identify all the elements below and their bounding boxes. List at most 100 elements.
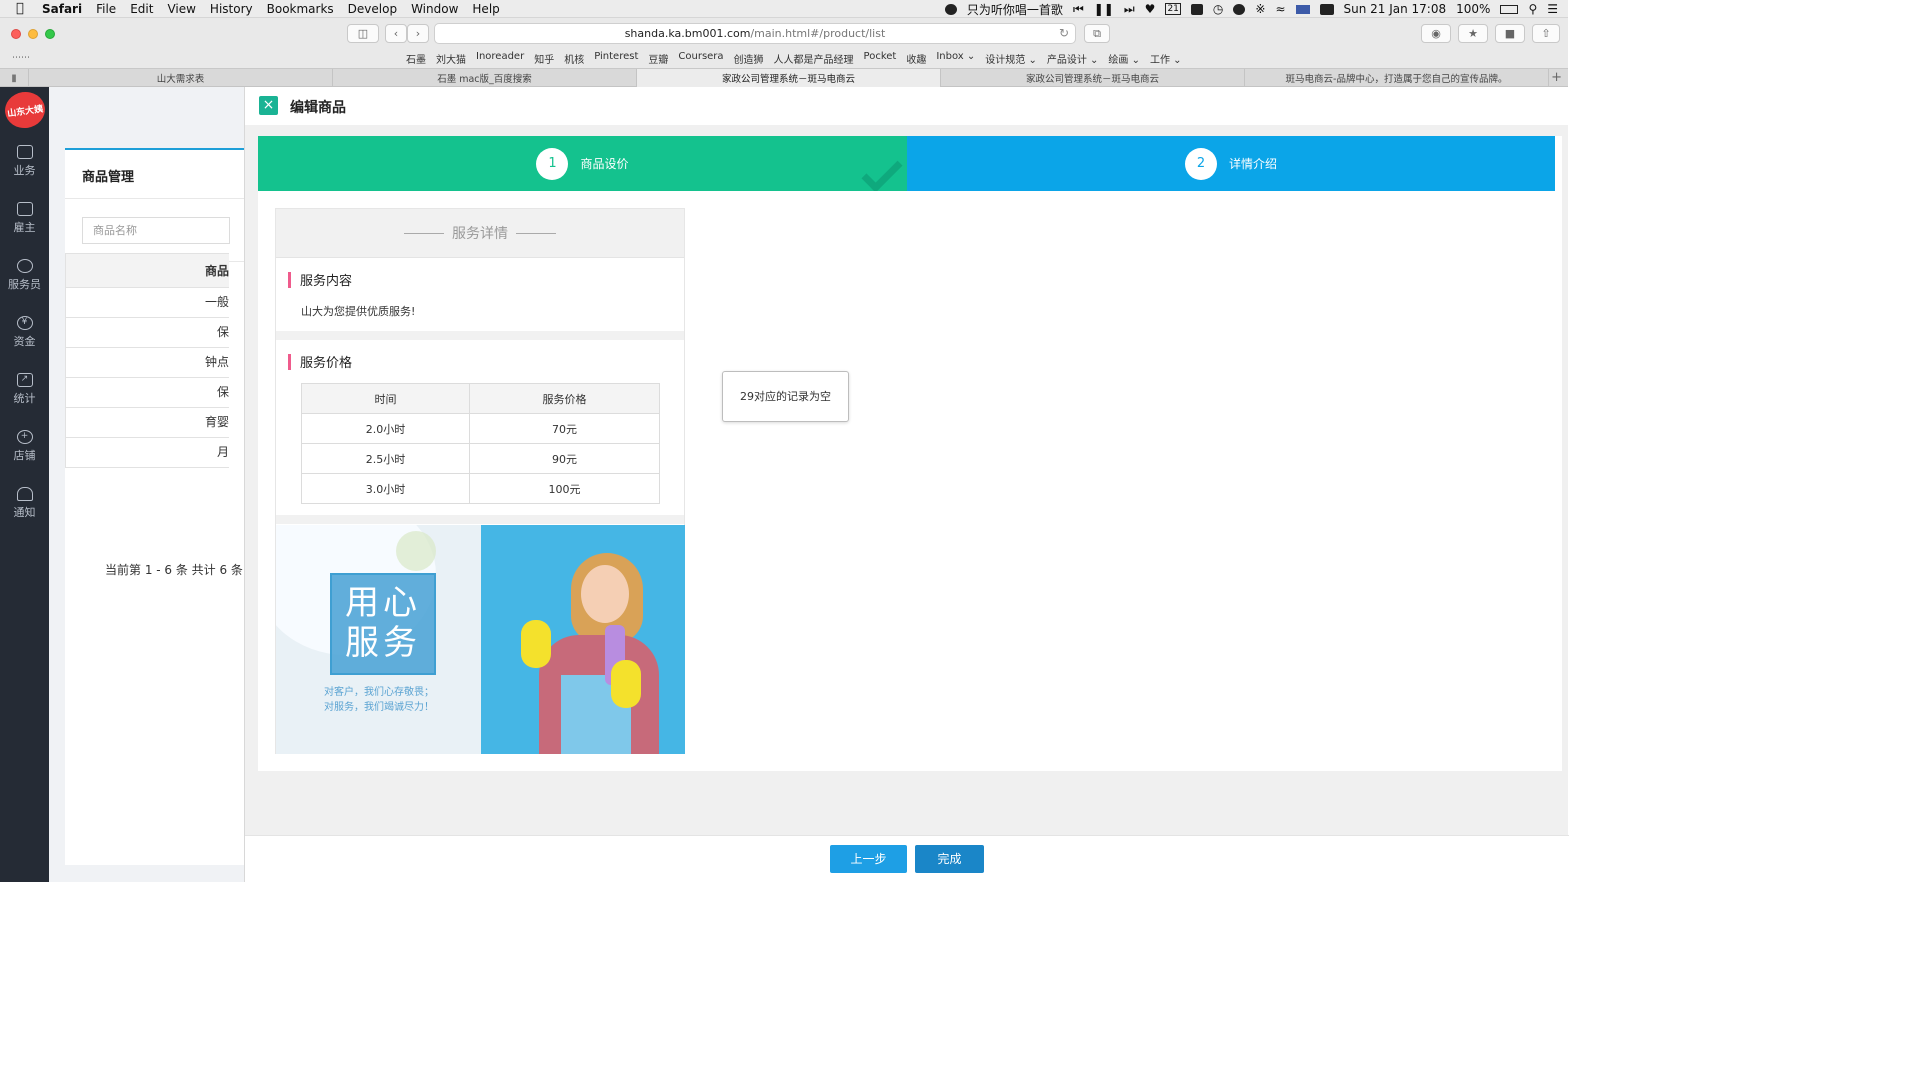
price-cell: 70元 [469, 413, 660, 444]
evernote-extension-icon[interactable]: ■ [1495, 24, 1525, 43]
table-row[interactable]: 一般 [66, 288, 229, 318]
pocket-extension-icon[interactable]: ◉ [1421, 24, 1451, 43]
tab-4[interactable]: 家政公司管理系统－斑马电商云 [941, 69, 1245, 87]
back-icon[interactable]: ‹ [385, 24, 407, 43]
bookmark-item[interactable]: 刘大猫 [436, 51, 466, 66]
bookmark-item[interactable]: 创造狮 [734, 51, 764, 66]
table-row[interactable]: 育婴 [66, 408, 229, 438]
keyboard-icon[interactable] [1319, 3, 1334, 15]
menu-help[interactable]: Help [472, 2, 499, 16]
bookmark-item[interactable]: 人人都是产品经理 [774, 51, 854, 66]
bookmark-item[interactable]: 石墨 [406, 51, 426, 66]
bookmark-item[interactable]: 设计规范 ⌄ [985, 51, 1037, 66]
menu-file[interactable]: File [96, 2, 116, 16]
time-machine-icon[interactable]: ◷ [1213, 2, 1223, 16]
step-details[interactable]: 2 详情介绍 [907, 136, 1555, 191]
product-name-search-input[interactable]: 商品名称 [82, 217, 230, 244]
tab-3-active[interactable]: 家政公司管理系统－斑马电商云 [637, 69, 941, 87]
previous-step-button[interactable]: 上一步 [830, 845, 907, 873]
bookmark-star-icon[interactable]: ★ [1458, 24, 1488, 43]
sidebar-item-employer[interactable]: 雇主 [0, 202, 49, 250]
minimize-window-button[interactable] [28, 29, 38, 39]
notification-center-icon[interactable]: ☰ [1547, 2, 1558, 16]
bookmark-item[interactable]: 机核 [564, 51, 584, 66]
sidebar-item-business[interactable]: 业务 [0, 145, 49, 193]
tab-5[interactable]: 斑马电商云-品牌中心，打造属于您自己的宣传品牌。 [1245, 69, 1549, 87]
forward-icon[interactable]: › [407, 24, 429, 43]
table-row: 3.0小时 100元 [301, 473, 660, 504]
bookmark-item[interactable]: 工作 ⌄ [1150, 51, 1182, 66]
url-domain: shanda.ka.bm001.com [624, 27, 751, 40]
calendar-icon[interactable]: 21 [1165, 3, 1181, 15]
spotlight-search-icon[interactable]: ⚲ [1528, 2, 1537, 16]
wifi-icon[interactable]: ≈ [1275, 2, 1285, 16]
sidebar-item-stats[interactable]: ↗ 统计 [0, 373, 49, 421]
bookmarks-bar: ⋯⋯ 石墨 刘大猫 Inoreader 知乎 机核 Pinterest 豆瓣 Coursera… [0, 49, 1568, 68]
menu-safari[interactable]: Safari [42, 2, 82, 16]
status-area: 只为听你唱一首歌 ⏮ ❚❚ ⏭ ♥ 21 ◷ ※ ≈ Sun 21 Jan 17… [944, 0, 1558, 18]
globe-icon: + [16, 430, 33, 444]
tabs-overview-icon[interactable]: ⧉ [1084, 24, 1110, 43]
pause-icon[interactable]: ❚❚ [1094, 2, 1114, 16]
camera-icon[interactable] [1190, 3, 1203, 15]
tab-2[interactable]: 石墨 mac版_百度搜索 [333, 69, 637, 87]
menu-window[interactable]: Window [411, 2, 458, 16]
step-label: 商品设价 [580, 157, 629, 171]
music-app-icon[interactable] [944, 3, 957, 15]
bookmark-item[interactable]: Pinterest [594, 51, 638, 66]
battery-text[interactable]: 100% [1456, 2, 1490, 16]
menu-bookmarks[interactable]: Bookmarks [267, 2, 334, 16]
step-pricing[interactable]: 1 商品设价 [258, 136, 907, 191]
duration-cell: 2.5小时 [301, 443, 470, 474]
step-progress: 1 商品设价 2 详情介绍 [258, 136, 1555, 191]
pinned-tab-icon[interactable]: ▮ [0, 69, 29, 87]
bookmark-item[interactable]: 绘画 ⌄ [1108, 51, 1140, 66]
heart-icon[interactable]: ♥ [1145, 2, 1156, 16]
new-tab-icon[interactable]: + [1549, 69, 1568, 86]
close-icon[interactable]: × [259, 96, 278, 115]
sidebar-item-funds[interactable]: ¥ 资金 [0, 316, 49, 364]
finish-button[interactable]: 完成 [915, 845, 984, 873]
brand-logo[interactable]: 山东大姨 [2, 89, 48, 131]
table-row[interactable]: 钟点 [66, 348, 229, 378]
menu-history[interactable]: History [210, 2, 253, 16]
modal-footer: 上一步 完成 [245, 835, 1569, 882]
bookmark-item[interactable]: 产品设计 ⌄ [1047, 51, 1099, 66]
bluetooth-icon[interactable]: ※ [1255, 2, 1265, 16]
bookmark-item[interactable]: Pocket [864, 51, 897, 66]
bookmark-item[interactable]: Inoreader [476, 51, 524, 66]
price-cell: 90元 [469, 443, 660, 474]
bookmark-item[interactable]: 豆瓣 [648, 51, 668, 66]
table-row[interactable]: 月 [66, 438, 229, 468]
table-row[interactable]: 保 [66, 318, 229, 348]
table-row[interactable]: 保 [66, 378, 229, 408]
address-bar[interactable]: shanda.ka.bm001.com/main.html#/product/l… [434, 23, 1076, 44]
menu-edit[interactable]: Edit [130, 2, 153, 16]
bookmark-item[interactable]: 收趣 [906, 51, 926, 66]
tab-1[interactable]: 山大需求表 [29, 69, 333, 87]
app-sidebar: 山东大姨 业务 雇主 服务员 ¥ 资金 ↗ 统计 + 店铺 通知 [0, 87, 49, 882]
previous-track-icon[interactable]: ⏮ [1073, 2, 1084, 17]
fullscreen-window-button[interactable] [45, 29, 55, 39]
sidebar-toggle-icon[interactable]: ◫ [347, 24, 379, 43]
now-playing-text[interactable]: 只为听你唱一首歌 [967, 1, 1063, 18]
share-icon[interactable]: ⇧ [1532, 24, 1560, 43]
bookmark-item[interactable]: Coursera [678, 51, 723, 66]
sidebar-item-staff[interactable]: 服务员 [0, 259, 49, 307]
apple-menu-icon[interactable]:  [16, 1, 30, 16]
wechat-icon[interactable] [1233, 3, 1246, 15]
show-all-bookmarks-icon[interactable]: ⋯⋯ [12, 53, 30, 63]
sidebar-item-store[interactable]: + 店铺 [0, 430, 49, 478]
close-window-button[interactable] [11, 29, 21, 39]
bookmark-item[interactable]: 知乎 [534, 51, 554, 66]
datetime[interactable]: Sun 21 Jan 17:08 [1344, 2, 1447, 16]
step-number: 1 [536, 147, 569, 180]
bookmark-item[interactable]: Inbox ⌄ [936, 51, 975, 66]
menu-view[interactable]: View [167, 2, 195, 16]
next-track-icon[interactable]: ⏭ [1124, 2, 1135, 17]
menu-develop[interactable]: Develop [348, 2, 397, 16]
reload-icon[interactable]: ↻ [1059, 26, 1069, 40]
sidebar-item-notify[interactable]: 通知 [0, 487, 49, 535]
input-source-flag-icon[interactable] [1295, 4, 1310, 14]
battery-icon[interactable] [1500, 4, 1519, 14]
